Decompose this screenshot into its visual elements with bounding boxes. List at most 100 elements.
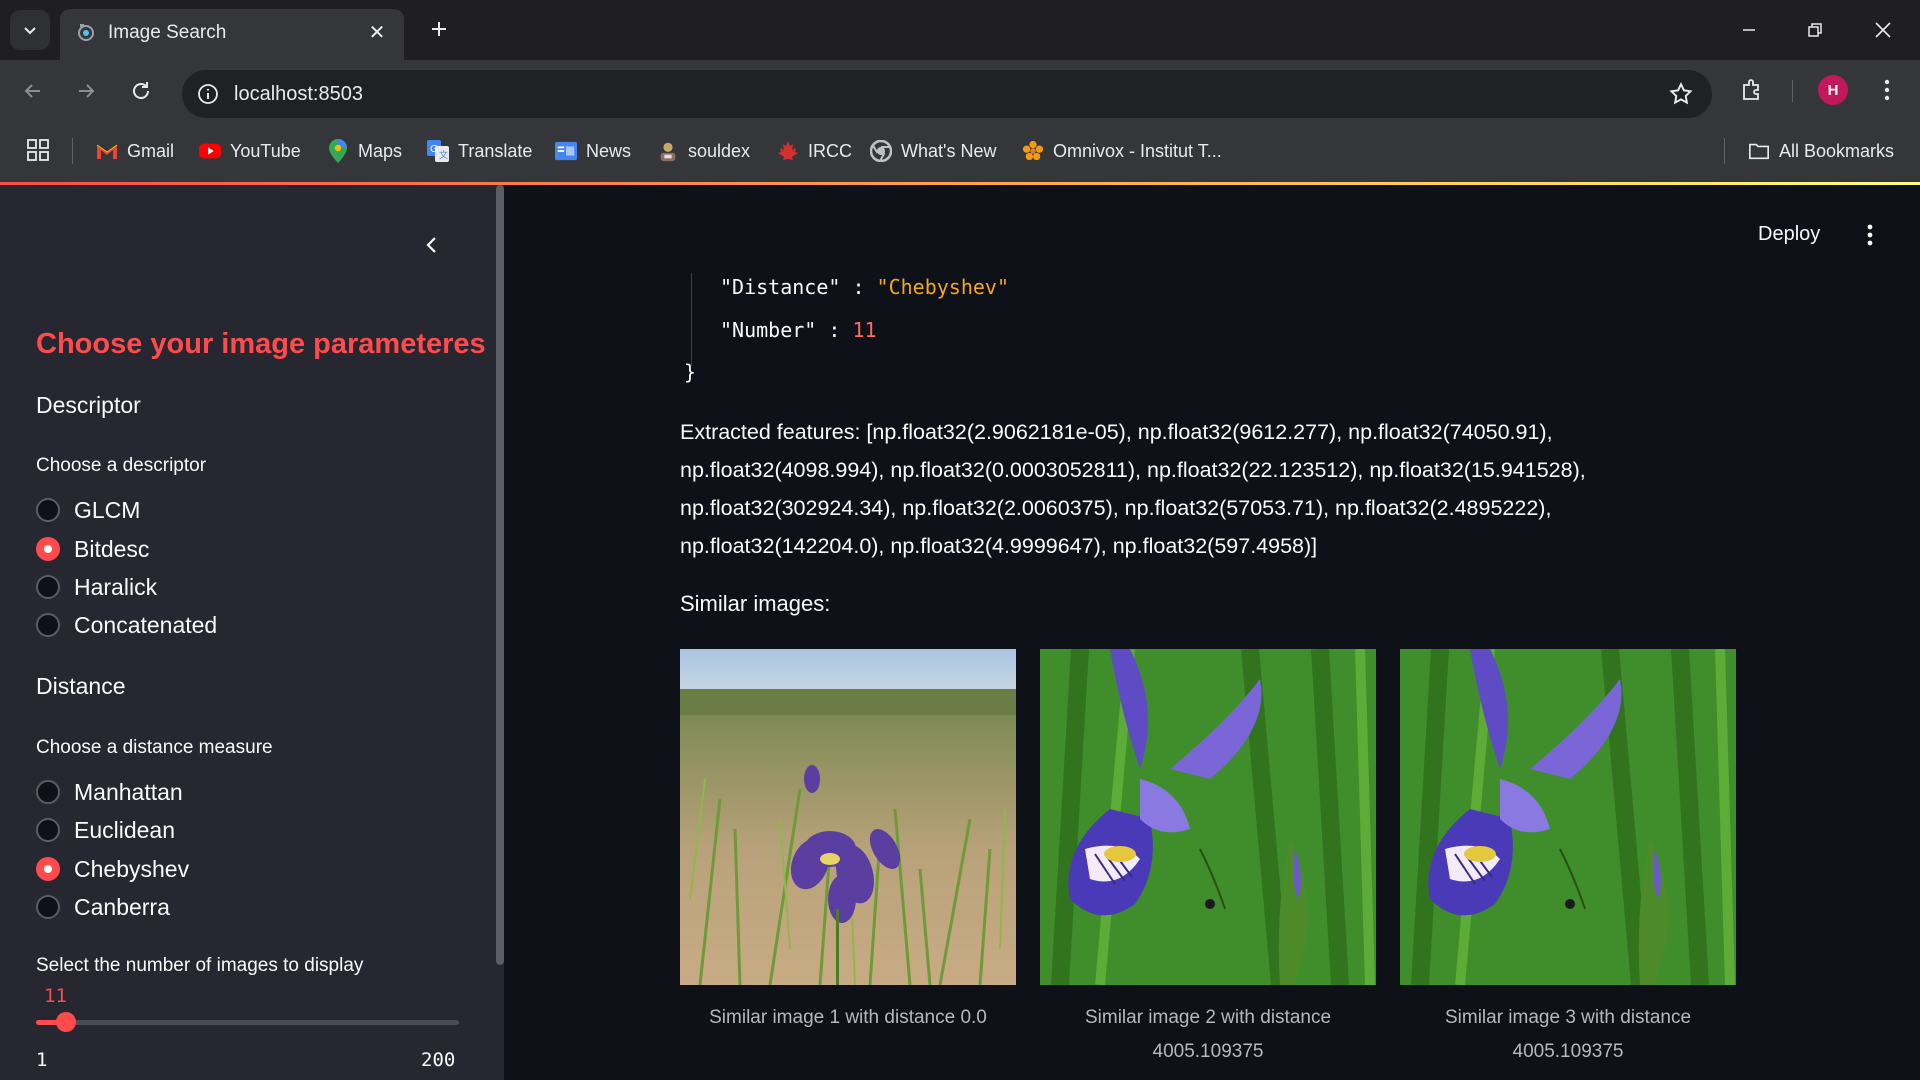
plus-icon <box>432 22 446 36</box>
streamlit-favicon-icon <box>78 24 94 41</box>
chevron-down-icon <box>24 27 36 35</box>
radio-euclidean[interactable]: Euclidean <box>36 815 175 845</box>
bookmark-whats-new[interactable]: What's New <box>870 137 996 165</box>
radio-label: Concatenated <box>74 611 218 638</box>
bookmark-translate[interactable]: G文 Translate <box>427 137 532 165</box>
json-line-distance: "Distance" : "Chebyshev" <box>720 275 1009 299</box>
bookmark-star-icon[interactable] <box>1668 81 1694 107</box>
slider-max: 200 <box>421 1049 456 1071</box>
distance-heading: Distance <box>36 673 126 699</box>
result-caption: Similar image 2 with distance 4005.10937… <box>1084 1007 1332 1062</box>
iris-closeup-photo[interactable] <box>1040 649 1376 985</box>
slider-thumb[interactable] <box>56 1012 77 1032</box>
arrow-left-icon <box>24 84 40 98</box>
radio-label: Bitdesc <box>74 535 150 562</box>
svg-text:文: 文 <box>439 149 448 161</box>
bookmark-news[interactable]: News <box>555 137 631 165</box>
bookmark-ircc[interactable]: IRCC <box>777 137 852 165</box>
minimize-button[interactable] <box>1716 0 1782 60</box>
bookmark-souldex[interactable]: souldex <box>657 137 750 165</box>
radio-button[interactable] <box>36 498 60 522</box>
more-vertical-icon <box>1867 224 1873 246</box>
ircc-icon <box>777 140 799 162</box>
json-key: "Number" <box>720 318 817 342</box>
sidebar: Choose your image parameteres Descriptor… <box>0 185 504 1080</box>
radio-manhattan[interactable]: Manhattan <box>36 777 183 807</box>
radio-label: Manhattan <box>74 778 183 805</box>
slider-label: Select the number of images to display <box>36 955 364 976</box>
bookmarks-divider <box>1724 138 1725 164</box>
bookmark-maps[interactable]: Maps <box>327 137 402 165</box>
news-icon <box>555 140 577 162</box>
extensions-icon[interactable] <box>1738 77 1766 105</box>
tab-image-search[interactable]: Image Search ✕ <box>60 9 404 60</box>
restore-icon <box>1808 23 1822 37</box>
radio-button[interactable] <box>36 575 60 599</box>
slider-track[interactable] <box>36 1020 459 1025</box>
back-button[interactable] <box>16 74 50 108</box>
app-menu-button[interactable] <box>1856 221 1884 249</box>
deploy-button[interactable]: Deploy <box>1758 223 1820 246</box>
radio-button[interactable] <box>36 895 60 919</box>
bookmark-label: souldex <box>688 140 751 161</box>
radio-chebyshev[interactable]: Chebyshev <box>36 854 189 884</box>
radio-button[interactable] <box>36 613 60 637</box>
radio-concatenated[interactable]: Concatenated <box>36 610 217 640</box>
result-caption: Similar image 1 with distance 0.0 <box>709 1007 987 1028</box>
descriptor-heading: Descriptor <box>36 392 141 418</box>
forward-button[interactable] <box>69 74 103 108</box>
iris-closeup-photo[interactable] <box>1400 649 1736 985</box>
radio-glcm[interactable]: GLCM <box>36 495 140 525</box>
radio-haralick[interactable]: Haralick <box>36 572 157 602</box>
bookmark-omnivox[interactable]: Omnivox - Institut T... <box>1022 137 1222 165</box>
main-content: Deploy "Distance" : "Chebyshev" "Number"… <box>504 185 1920 1080</box>
radio-button-selected[interactable] <box>36 857 60 881</box>
restore-button[interactable] <box>1782 0 1848 60</box>
chevron-left-icon <box>426 237 436 253</box>
close-window-button[interactable] <box>1850 0 1916 60</box>
bookmark-youtube[interactable]: YouTube <box>199 137 301 165</box>
more-vertical-icon <box>1884 79 1890 101</box>
json-closing-brace: } <box>684 360 697 384</box>
radio-label: Canberra <box>74 893 170 920</box>
maps-icon <box>327 139 349 163</box>
bookmarks-bar: Gmail YouTube Maps G文 Translate News sou… <box>0 120 1920 182</box>
address-bar[interactable]: localhost:8503 <box>182 70 1712 118</box>
radio-bitdesc[interactable]: Bitdesc <box>36 534 149 564</box>
radio-button-selected[interactable] <box>36 537 60 561</box>
new-tab-button[interactable] <box>424 14 454 44</box>
browser-tabstrip: Image Search ✕ <box>0 0 1920 60</box>
browser-toolbar: localhost:8503 H <box>0 60 1920 120</box>
json-line-number: "Number" : 11 <box>720 318 877 342</box>
apps-grid-icon[interactable] <box>26 138 50 162</box>
radio-button[interactable] <box>36 818 60 842</box>
close-tab-icon[interactable]: ✕ <box>364 19 390 45</box>
gmail-icon <box>96 140 118 162</box>
tab-search-button[interactable] <box>10 10 50 50</box>
bookmark-gmail[interactable]: Gmail <box>96 137 174 165</box>
reload-button[interactable] <box>124 74 158 108</box>
radio-button[interactable] <box>36 780 60 804</box>
souldex-icon <box>657 140 679 162</box>
sidebar-scrollbar[interactable] <box>496 185 504 965</box>
radio-label: Chebyshev <box>74 855 190 882</box>
radio-canberra[interactable]: Canberra <box>36 892 170 922</box>
radio-label: Haralick <box>74 573 158 600</box>
all-bookmarks-button[interactable]: All Bookmarks <box>1748 137 1894 165</box>
result-caption: Similar image 3 with distance 4005.10937… <box>1444 1007 1692 1062</box>
browser-menu-button[interactable] <box>1872 75 1902 105</box>
collapse-sidebar-button[interactable] <box>416 229 448 261</box>
all-bookmarks-label: All Bookmarks <box>1779 140 1895 161</box>
bookmarks-divider <box>72 138 73 164</box>
json-indent-guide <box>691 273 692 366</box>
iris-field-photo[interactable] <box>680 649 1016 985</box>
result-card-2: Similar image 2 with distance 4005.10937… <box>1040 649 1376 1069</box>
bookmark-label: IRCC <box>808 140 852 161</box>
bookmark-label: Gmail <box>127 140 175 161</box>
bookmark-label: YouTube <box>230 140 301 161</box>
profile-avatar[interactable]: H <box>1818 75 1848 105</box>
url-text[interactable]: localhost:8503 <box>234 83 363 106</box>
folder-icon <box>1748 140 1770 162</box>
youtube-icon <box>199 140 221 162</box>
site-info-icon[interactable] <box>196 82 220 106</box>
